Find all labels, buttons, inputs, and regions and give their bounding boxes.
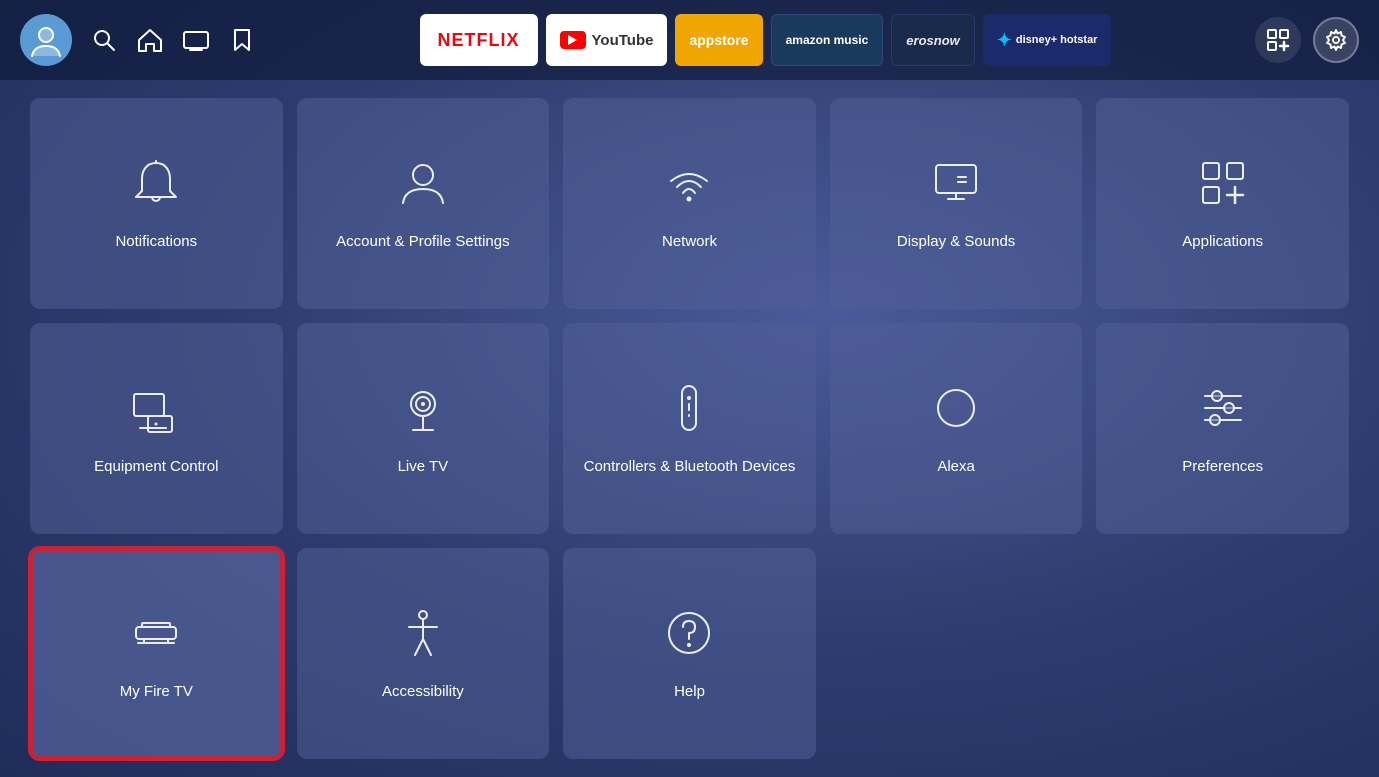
youtube-icon [560,31,586,49]
tile-display-sounds[interactable]: Display & Sounds [830,98,1083,309]
sliders-icon [1195,380,1251,441]
tile-my-fire-tv-label: My Fire TV [120,682,193,702]
grid-button[interactable] [1255,17,1301,63]
header-nav-icons [90,26,256,54]
tile-live-tv[interactable]: Live TV [297,323,550,534]
remote-icon [661,380,717,441]
erosnow-button[interactable]: erosnow [891,14,974,66]
tile-preferences-label: Preferences [1182,457,1263,477]
settings-button[interactable] [1313,17,1359,63]
accessibility-icon [395,605,451,666]
alexa-icon [928,380,984,441]
bell-icon [128,155,184,216]
tile-applications-label: Applications [1182,232,1263,252]
tile-equipment-label: Equipment Control [94,457,218,477]
tile-preferences[interactable]: Preferences [1096,323,1349,534]
home-icon[interactable] [136,26,164,54]
tile-account-label: Account & Profile Settings [336,232,509,252]
tile-notifications[interactable]: Notifications [30,98,283,309]
firetv-icon [128,605,184,666]
wifi-icon [661,155,717,216]
tile-help-label: Help [674,682,705,702]
user-icon [395,155,451,216]
tile-account-profile[interactable]: Account & Profile Settings [297,98,550,309]
tile-applications[interactable]: Applications [1096,98,1349,309]
appstore-button[interactable]: appstore [675,14,762,66]
avatar[interactable] [20,14,72,66]
tile-alexa-label: Alexa [937,457,975,477]
hotstar-icon: ✦ [997,30,1012,51]
tile-network[interactable]: Network [563,98,816,309]
netflix-button[interactable]: NETFLIX [420,14,538,66]
tile-controllers-bluetooth[interactable]: Controllers & Bluetooth Devices [563,323,816,534]
tile-notifications-label: Notifications [115,232,197,252]
tile-accessibility-label: Accessibility [382,682,464,702]
apps-icon [1195,155,1251,216]
tv-icon[interactable] [182,26,210,54]
header-left [20,14,256,66]
help-icon [661,605,717,666]
monitor-icon [928,155,984,216]
tile-equipment-control[interactable]: Equipment Control [30,323,283,534]
amazon-music-button[interactable]: amazon music [771,14,884,66]
header-right [1255,17,1359,63]
hotstar-button[interactable]: ✦ disney+ hotstar [983,14,1112,66]
search-icon[interactable] [90,26,118,54]
header: NETFLIX YouTube appstore amazon music er… [0,0,1379,80]
settings-grid: Notifications Account & Profile Settings… [0,80,1379,777]
tile-display-label: Display & Sounds [897,232,1015,252]
tile-help[interactable]: Help [563,548,816,759]
tile-controllers-label: Controllers & Bluetooth Devices [584,457,796,477]
youtube-button[interactable]: YouTube [546,14,668,66]
tile-alexa[interactable]: Alexa [830,323,1083,534]
tile-live-tv-label: Live TV [398,457,449,477]
tile-network-label: Network [662,232,717,252]
bookmark-icon[interactable] [228,26,256,54]
tile-accessibility[interactable]: Accessibility [297,548,550,759]
tile-my-fire-tv[interactable]: My Fire TV [30,548,283,759]
header-apps: NETFLIX YouTube appstore amazon music er… [286,14,1245,66]
antenna-icon [395,380,451,441]
tv-monitor-icon [128,380,184,441]
